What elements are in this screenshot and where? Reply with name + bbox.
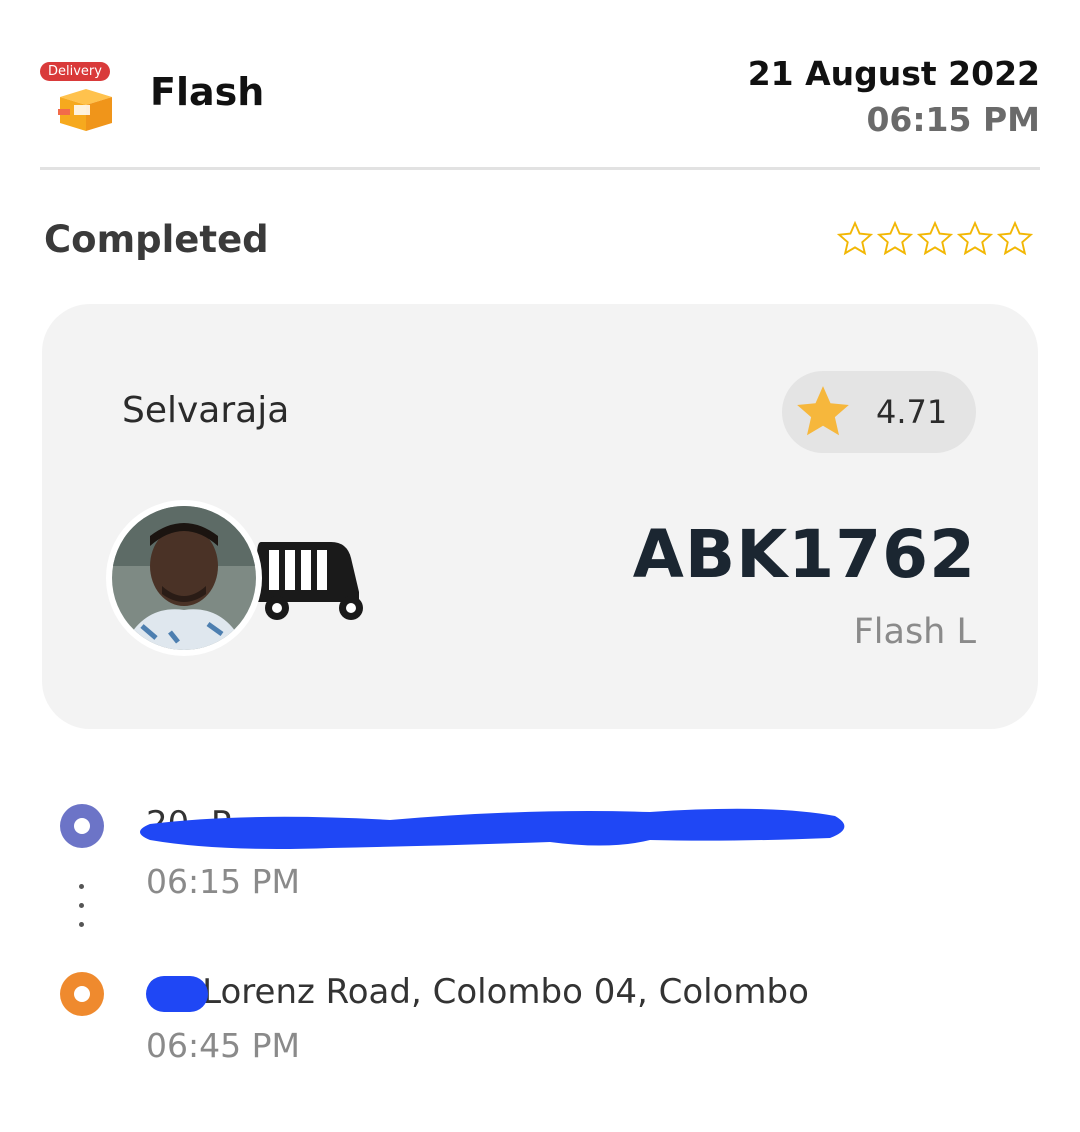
rate-trip-stars[interactable] bbox=[836, 220, 1034, 258]
dropoff-address: C , Lorenz Road, Colombo 04, Colombo bbox=[146, 972, 809, 1012]
dropoff-location-icon bbox=[60, 972, 104, 1016]
tuk-tuk-icon bbox=[257, 542, 363, 620]
service-name: Flash bbox=[150, 70, 265, 114]
star-icon-4[interactable] bbox=[956, 220, 994, 258]
driver-rating-badge: 4.71 bbox=[782, 371, 976, 453]
status-row: Completed bbox=[44, 218, 1034, 268]
driver-avatar bbox=[106, 500, 262, 656]
driver-name: Selvaraja bbox=[122, 390, 290, 431]
vehicle-type: Flash L bbox=[853, 612, 976, 652]
pickup-time: 06:15 PM bbox=[146, 862, 300, 901]
delivery-badge: Delivery bbox=[40, 62, 110, 81]
trip-time: 06:15 PM bbox=[866, 100, 1040, 139]
star-icon-2[interactable] bbox=[876, 220, 914, 258]
star-icon-5[interactable] bbox=[996, 220, 1034, 258]
star-icon-1[interactable] bbox=[836, 220, 874, 258]
trip-header: Delivery Flash 21 August 2022 06:15 PM bbox=[40, 40, 1040, 170]
dropoff-time: 06:45 PM bbox=[146, 1026, 300, 1065]
trip-date: 21 August 2022 bbox=[747, 54, 1040, 93]
delivery-service-icon: Delivery bbox=[40, 50, 120, 140]
package-icon bbox=[58, 89, 112, 131]
star-icon-3[interactable] bbox=[916, 220, 954, 258]
star-icon bbox=[797, 386, 849, 436]
trip-route: 20, P... 06:15 PM C , Lorenz Road, Colom… bbox=[60, 800, 1020, 1080]
route-connector bbox=[79, 884, 85, 927]
vehicle-plate: ABK1762 bbox=[632, 516, 976, 593]
driver-card: Selvaraja 4.71 ABK1762 Flash L bbox=[42, 304, 1038, 729]
pickup-redaction-scribble bbox=[140, 808, 845, 849]
pickup-location-icon bbox=[60, 804, 104, 848]
driver-rating-value: 4.71 bbox=[876, 393, 948, 431]
dropoff-redaction-scribble bbox=[146, 976, 208, 1012]
